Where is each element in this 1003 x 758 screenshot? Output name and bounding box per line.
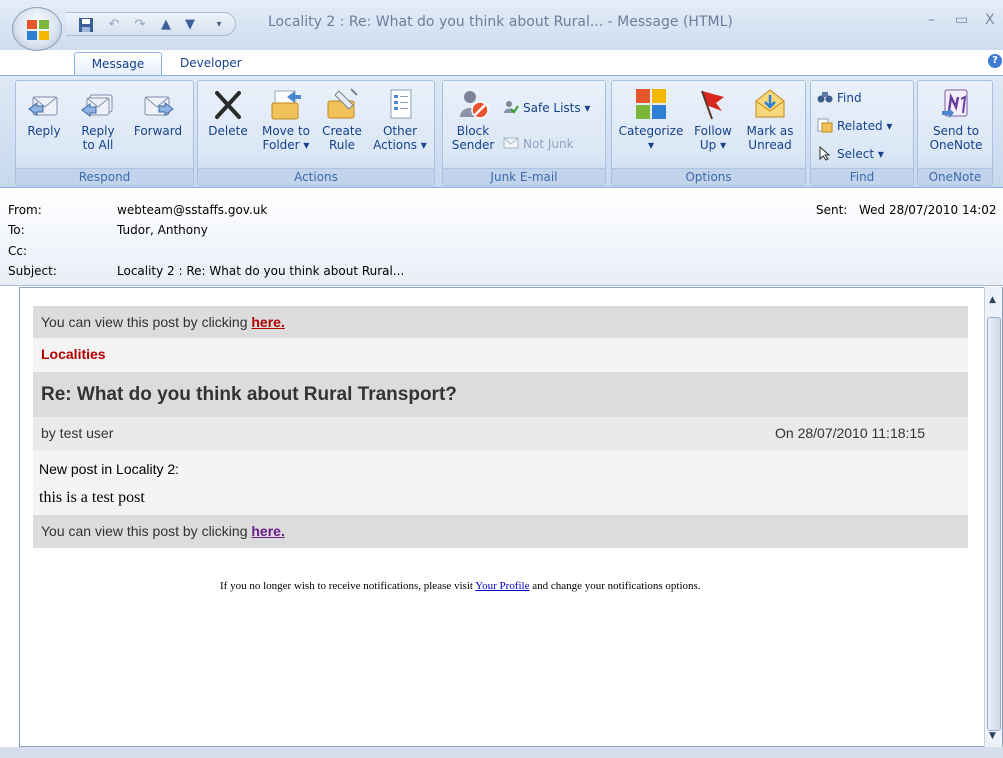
mark-as-unread-button[interactable]: Mark as Unread — [742, 87, 798, 152]
from-label: From: — [8, 203, 42, 217]
forward-button[interactable]: Forward — [130, 87, 186, 138]
find-button[interactable]: Find — [817, 89, 862, 106]
tab-message[interactable]: Message — [74, 52, 162, 76]
view-post-link-bottom[interactable]: here. — [251, 523, 284, 539]
block-sender-button[interactable]: Block Sender — [447, 87, 499, 152]
reply-icon — [28, 96, 58, 116]
select-button[interactable]: Select ▾ — [817, 145, 884, 162]
window-title: Locality 2 : Re: What do you think about… — [268, 14, 733, 30]
binoculars-icon — [817, 92, 833, 103]
move-to-folder-button[interactable]: Move to Folder ▾ — [256, 87, 316, 152]
safe-lists-button[interactable]: Safe Lists ▾ — [503, 99, 590, 116]
to-value[interactable]: Tudor, Anthony — [117, 223, 208, 237]
close-button[interactable]: X — [985, 12, 995, 28]
categorize-button[interactable]: Categorize ▾ — [618, 87, 684, 152]
mark-as-unread-icon — [755, 89, 785, 118]
onenote-icon — [942, 89, 968, 118]
view-post-text-bottom: You can view this post by clicking here. — [41, 523, 285, 539]
post-author: by test user — [41, 425, 114, 441]
not-junk-icon — [503, 137, 519, 149]
post-date: On 28/07/2010 11:18:15 — [775, 425, 925, 441]
title-bar: ↶ ↷ ▲ ▼ ▾ Locality 2 : Re: What do you t… — [0, 0, 1003, 51]
other-actions-icon — [390, 89, 412, 119]
group-label-respond: Respond — [16, 168, 193, 185]
group-find: Find Related ▾ Select ▾ Find — [810, 80, 914, 186]
create-rule-icon — [327, 88, 358, 119]
group-actions: Delete Move to Folder ▾ Create Rule Othe… — [197, 80, 435, 186]
restore-button[interactable]: ▭ — [955, 12, 968, 28]
post-content: this is a test post — [39, 489, 145, 506]
delete-icon — [215, 91, 241, 119]
sent-value: Wed 28/07/2010 14:02 — [859, 203, 997, 217]
scroll-down-icon[interactable]: ▼ — [989, 731, 996, 741]
subject-value: Locality 2 : Re: What do you think about… — [117, 264, 405, 278]
post-title-band: Re: What do you think about Rural Transp… — [33, 372, 968, 417]
status-strip — [0, 747, 1003, 758]
related-icon — [817, 118, 833, 133]
category-label[interactable]: Localities — [41, 346, 106, 362]
follow-up-button[interactable]: Follow Up ▾ — [688, 87, 738, 152]
scroll-up-icon[interactable]: ▲ — [989, 295, 996, 305]
forward-icon — [144, 96, 174, 116]
block-sender-icon — [460, 91, 489, 119]
view-post-band-bottom: You can view this post by clicking here. — [33, 515, 968, 548]
reply-all-icon — [81, 94, 113, 117]
subject-label: Subject: — [8, 264, 57, 278]
reply-all-button[interactable]: Reply to All — [76, 87, 120, 152]
related-button[interactable]: Related ▾ — [817, 117, 892, 134]
sent-label: Sent: — [816, 203, 848, 217]
author-band: by test user On 28/07/2010 11:18:15 — [33, 417, 968, 451]
ribbon: Reply Reply to All Forward Respond Delet… — [0, 75, 1003, 188]
group-respond: Reply Reply to All Forward Respond — [15, 80, 194, 186]
message-header: From: webteam@sstaffs.gov.uk To: Tudor, … — [0, 189, 1003, 286]
post-title: Re: What do you think about Rural Transp… — [41, 384, 457, 405]
follow-up-flag-icon — [701, 90, 724, 120]
group-label-junk: Junk E-mail — [443, 168, 605, 185]
customize-toolbar-icon[interactable]: ▾ — [211, 17, 227, 33]
group-junk-email: Block Sender Safe Lists ▾ Not Junk ◲ Jun… — [442, 80, 606, 186]
previous-item-icon[interactable]: ▲ — [158, 17, 174, 33]
view-post-link-top[interactable]: here. — [251, 314, 284, 330]
office-logo-icon — [27, 20, 49, 40]
from-value[interactable]: webteam@sstaffs.gov.uk — [117, 203, 267, 217]
post-content-band: New post in Locality 2: this is a test p… — [33, 451, 968, 515]
reply-button[interactable]: Reply — [22, 87, 66, 138]
vertical-scrollbar[interactable]: ▲ ▼ — [984, 287, 1002, 747]
office-button[interactable] — [12, 7, 62, 51]
safe-lists-icon — [504, 101, 519, 114]
category-band: Localities — [33, 338, 968, 372]
move-to-folder-icon — [271, 90, 301, 120]
not-junk-button[interactable]: Not Junk — [503, 135, 574, 152]
group-options: Categorize ▾ Follow Up ▾ Mark as Unread … — [611, 80, 806, 186]
send-to-onenote-button[interactable]: Send to OneNote — [922, 87, 990, 152]
group-label-find: Find — [811, 168, 913, 185]
minimize-button[interactable]: – — [928, 12, 935, 28]
next-item-icon[interactable]: ▼ — [182, 17, 198, 33]
create-rule-button[interactable]: Create Rule — [318, 87, 366, 152]
group-onenote: Send to OneNote OneNote — [917, 80, 993, 186]
categorize-icon — [636, 89, 666, 119]
view-post-text-top: You can view this post by clicking here. — [41, 314, 285, 330]
view-post-band-top: You can view this post by clicking here. — [33, 306, 968, 338]
undo-icon[interactable]: ↶ — [106, 17, 122, 33]
group-label-options: Options — [612, 168, 805, 185]
help-icon[interactable]: ? — [988, 54, 1002, 68]
group-label-onenote: OneNote — [918, 168, 992, 185]
scroll-thumb[interactable] — [987, 317, 1001, 731]
delete-button[interactable]: Delete — [204, 87, 252, 138]
save-icon[interactable] — [78, 17, 94, 33]
to-label: To: — [8, 223, 25, 237]
unsubscribe-notice: If you no longer wish to receive notific… — [220, 580, 701, 592]
post-intro: New post in Locality 2: — [39, 461, 180, 477]
redo-icon[interactable]: ↷ — [132, 17, 148, 33]
cc-label: Cc: — [8, 244, 28, 258]
cursor-icon — [819, 145, 831, 161]
quick-access-toolbar: ↶ ↷ ▲ ▼ ▾ — [66, 12, 236, 36]
group-label-actions: Actions — [198, 168, 434, 185]
tab-developer[interactable]: Developer — [170, 52, 252, 76]
other-actions-button[interactable]: Other Actions ▾ — [370, 87, 430, 152]
your-profile-link[interactable]: Your Profile — [475, 580, 529, 592]
